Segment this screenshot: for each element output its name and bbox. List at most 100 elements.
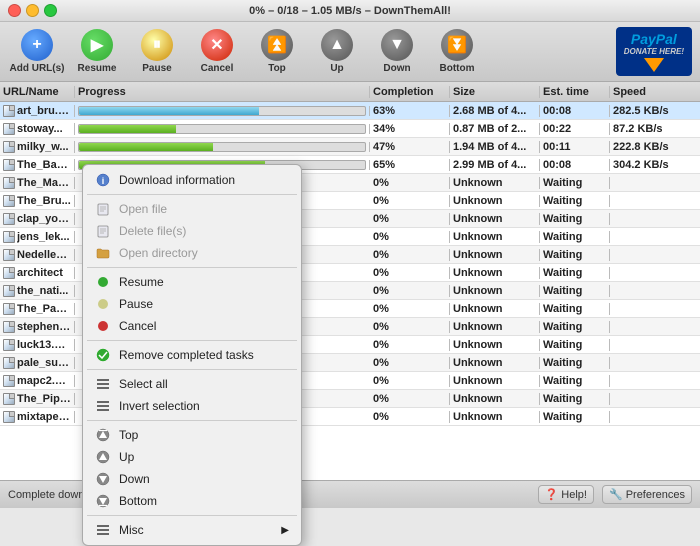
top-button[interactable]: ⏫ Top [248, 26, 306, 78]
progress-bar-bg [78, 124, 366, 134]
cell-completion: 0% [370, 195, 450, 207]
cell-esttime: Waiting [540, 357, 610, 369]
menu-item-label: Pause [119, 297, 153, 311]
cell-esttime: Waiting [540, 285, 610, 297]
col-header-progress[interactable]: Progress [75, 86, 370, 98]
table-header: URL/Name Progress Completion Size Est. t… [0, 82, 700, 102]
cell-completion: 0% [370, 249, 450, 261]
bottom-button[interactable]: ⏬ Bottom [428, 26, 486, 78]
menu-item-invert-selection[interactable]: Invert selection [83, 395, 301, 417]
up-icon: ▲ [321, 29, 353, 61]
close-button[interactable] [8, 4, 21, 17]
cell-size: Unknown [450, 195, 540, 207]
cell-size: Unknown [450, 375, 540, 387]
cell-esttime: Waiting [540, 339, 610, 351]
cell-filename: The_Man... [0, 177, 75, 189]
menu-separator [87, 420, 297, 421]
menu-item-bottom[interactable]: Bottom [83, 490, 301, 512]
help-button[interactable]: ❓ Help! [538, 485, 594, 504]
resume-icon [95, 274, 111, 290]
menu-item-label: Resume [119, 275, 164, 289]
cell-size: Unknown [450, 249, 540, 261]
menu-item-label: Up [119, 450, 134, 464]
window-controls [8, 4, 57, 17]
paypal-logo[interactable]: PayPal DONATE HERE! [616, 27, 692, 76]
cell-size: Unknown [450, 321, 540, 333]
progress-bar-fill [79, 143, 213, 151]
add-icon: + [21, 29, 53, 61]
cell-esttime: Waiting [540, 411, 610, 423]
down-button[interactable]: ▼ Down [368, 26, 426, 78]
cell-completion: 0% [370, 177, 450, 189]
paypal-arrow-icon [644, 58, 664, 72]
progress-bar-bg [78, 106, 366, 116]
list-icon [95, 376, 111, 392]
filename-text: mixtapes... [17, 411, 71, 423]
filename-text: Nedelle_... [17, 249, 71, 261]
filename-text: stephen_... [17, 321, 71, 333]
col-header-completion[interactable]: Completion [370, 86, 450, 98]
file-icon [3, 195, 15, 207]
pause-button[interactable]: ⏸ Pause [128, 26, 186, 78]
cell-esttime: Waiting [540, 393, 610, 405]
col-header-size[interactable]: Size [450, 86, 540, 98]
table-row[interactable]: stoway...34%0.87 MB of 2...00:2287.2 KB/… [0, 120, 700, 138]
menu-item-up[interactable]: Up [83, 446, 301, 468]
col-header-esttime[interactable]: Est. time [540, 86, 610, 98]
col-header-url[interactable]: URL/Name [0, 86, 75, 98]
toolbar: + Add URL(s) ▶ Resume ⏸ Pause ✕ Cancel ⏫… [0, 22, 700, 82]
context-menu: iDownload information Open file Delete fil… [82, 164, 302, 546]
preferences-button[interactable]: 🔧 Preferences [602, 485, 692, 504]
add-urls-button[interactable]: + Add URL(s) [8, 26, 66, 78]
menu-item-misc[interactable]: Misc▶ [83, 519, 301, 541]
menu-item-label: Select all [119, 377, 168, 391]
file-icon [3, 159, 15, 171]
resume-button[interactable]: ▶ Resume [68, 26, 126, 78]
cell-progress [75, 106, 370, 116]
file-icon [3, 141, 15, 153]
filename-text: The_Pipe... [17, 393, 71, 405]
filename-text: the_nati... [17, 285, 68, 297]
progress-bar-bg [78, 142, 366, 152]
menu-item-select-all[interactable]: Select all [83, 373, 301, 395]
col-header-speed[interactable]: Speed [610, 86, 700, 98]
maximize-button[interactable] [44, 4, 57, 17]
cell-filename: the_nati... [0, 285, 75, 297]
cell-size: Unknown [450, 339, 540, 351]
resume-icon: ▶ [81, 29, 113, 61]
cancel-button[interactable]: ✕ Cancel [188, 26, 246, 78]
cell-esttime: Waiting [540, 321, 610, 333]
up-button[interactable]: ▲ Up [308, 26, 366, 78]
menu-item-delete-files: Delete file(s) [83, 220, 301, 242]
pause-label: Pause [142, 63, 171, 74]
menu-item-top[interactable]: Top [83, 424, 301, 446]
cell-progress [75, 124, 370, 134]
table-row[interactable]: art_bru..emily_kane.mp363%2.68 MB of 4..… [0, 102, 700, 120]
file-icon [3, 249, 15, 261]
file-icon [3, 339, 15, 351]
cancel-icon [95, 318, 111, 334]
cell-esttime: Waiting [540, 213, 610, 225]
file-icon [3, 123, 15, 135]
menu-item-label: Open file [119, 202, 167, 216]
menu-item-download-info[interactable]: iDownload information [83, 169, 301, 191]
menu-item-remove-completed[interactable]: Remove completed tasks [83, 344, 301, 366]
minimize-button[interactable] [26, 4, 39, 17]
cell-progress [75, 142, 370, 152]
svg-text:i: i [102, 176, 105, 186]
cell-speed: 304.2 KB/s [610, 159, 700, 171]
cell-size: Unknown [450, 303, 540, 315]
menu-item-cancel[interactable]: Cancel [83, 315, 301, 337]
menu-item-pause[interactable]: Pause [83, 293, 301, 315]
cell-completion: 47% [370, 141, 450, 153]
menu-item-resume[interactable]: Resume [83, 271, 301, 293]
table-row[interactable]: milky_w...47%1.94 MB of 4...00:11222.8 K… [0, 138, 700, 156]
help-icon: ❓ [545, 488, 559, 501]
paypal-text: PayPal [631, 31, 677, 47]
cell-filename: stoway... [0, 123, 75, 135]
menu-item-down[interactable]: Down [83, 468, 301, 490]
list-icon [95, 398, 111, 414]
titlebar: 0% – 0/18 – 1.05 MB/s – DownThemAll! [0, 0, 700, 22]
bottom-icon: ⏬ [441, 29, 473, 61]
list-icon [95, 522, 111, 538]
